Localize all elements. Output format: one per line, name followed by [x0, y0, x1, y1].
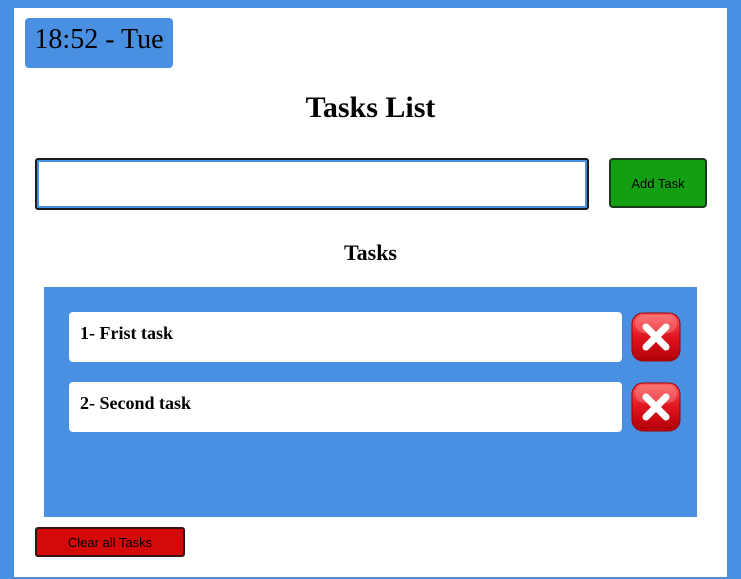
task-input[interactable] [35, 158, 589, 210]
add-task-button[interactable]: Add Task [609, 158, 707, 208]
task-item: 1- Frist task [69, 312, 622, 362]
task-item: 2- Second task [69, 382, 622, 432]
page-title: Tasks List [305, 91, 436, 124]
close-icon [631, 382, 681, 432]
task-list: 1- Frist task 2- Second task [44, 287, 697, 517]
tasks-heading: Tasks [343, 240, 397, 265]
close-icon [631, 312, 681, 362]
task-label: 1- Frist task [80, 323, 173, 343]
task-label: 2- Second task [80, 393, 192, 413]
delete-task-button[interactable] [631, 382, 681, 432]
app-page: 18:52 - Tue Tasks List Add Task Tasks 1-… [14, 8, 727, 577]
clock-badge: 18:52 - Tue [25, 18, 173, 68]
clear-all-button[interactable]: Clear all Tasks [35, 527, 185, 557]
delete-task-button[interactable] [631, 312, 681, 362]
